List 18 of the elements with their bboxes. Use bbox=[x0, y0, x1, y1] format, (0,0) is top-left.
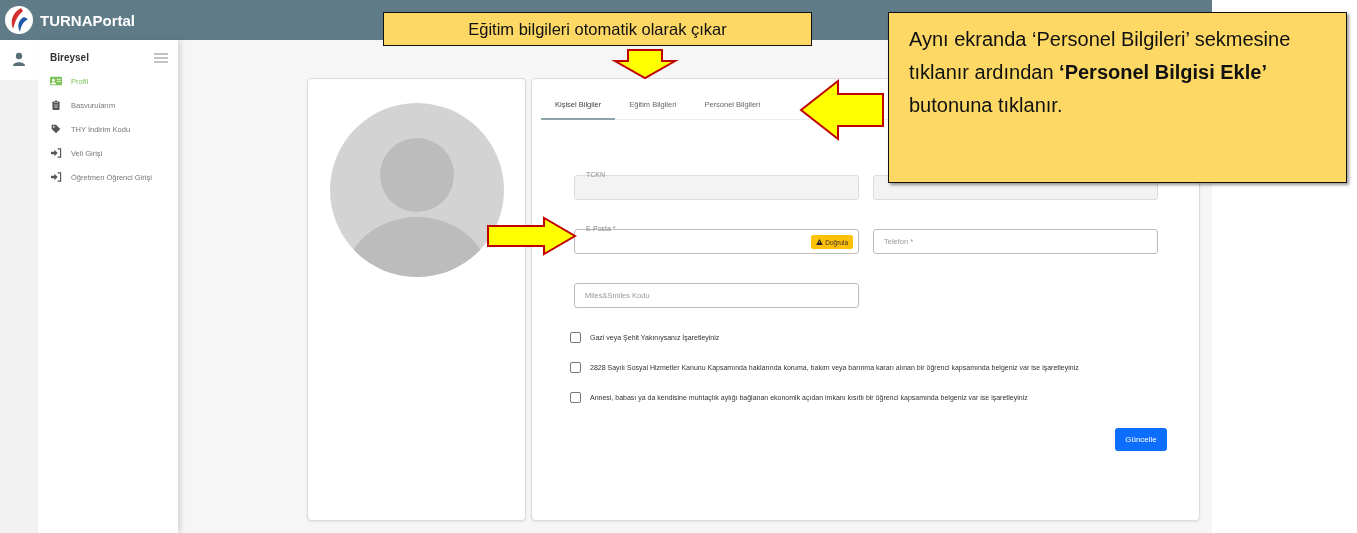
checkbox[interactable] bbox=[570, 362, 581, 373]
down-arrow bbox=[613, 49, 677, 79]
sign-in-icon bbox=[50, 172, 62, 182]
checkbox[interactable] bbox=[570, 332, 581, 343]
sign-in-icon bbox=[50, 148, 62, 158]
update-button[interactable]: Güncelle bbox=[1115, 428, 1167, 451]
tag-icon bbox=[50, 124, 62, 134]
sidebar-title: Bireysel bbox=[50, 52, 89, 63]
user-icon bbox=[12, 52, 26, 66]
callout-note: Eğitim bilgileri otomatik olarak çıkar bbox=[383, 12, 812, 46]
warning-icon bbox=[816, 239, 824, 245]
checkbox[interactable] bbox=[570, 392, 581, 403]
avatar-icon bbox=[329, 103, 504, 277]
logo-icon bbox=[4, 5, 34, 35]
id-card-icon bbox=[50, 76, 62, 86]
clipboard-icon bbox=[50, 100, 62, 110]
callout-tooltip: Aynı ekranda ‘Personel Bilgileri’ sekmesine tıklanır ardından ‘Personel Bilgisi Ekle’ butonuna tıklanır. bbox=[888, 12, 1347, 183]
app-title: TURNAPortal bbox=[40, 11, 135, 29]
